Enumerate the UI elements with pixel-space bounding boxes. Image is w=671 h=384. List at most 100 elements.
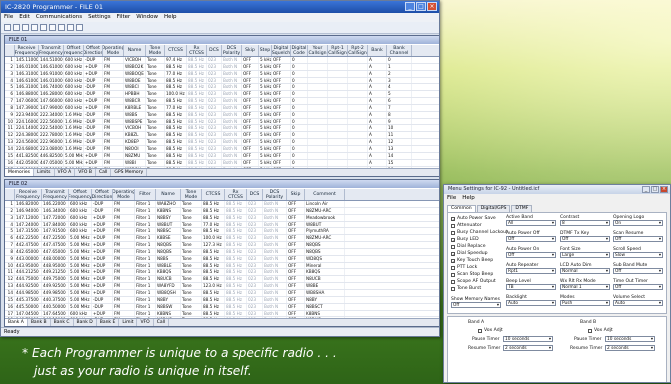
table-cell[interactable]: KD8EP [124, 139, 146, 145]
table-cell[interactable]: 023 [207, 77, 222, 84]
table-cell[interactable]: Both N [222, 91, 242, 98]
read-radio-icon[interactable] [58, 24, 65, 31]
field-select[interactable]: TB ▾ [506, 284, 556, 290]
table-cell[interactable]: 88.5 Hz [225, 283, 247, 289]
table-cell[interactable]: 88.5 Hz [165, 145, 187, 152]
table-cell[interactable]: Both N [222, 111, 242, 118]
table-cell[interactable]: Filter 1 [135, 242, 156, 248]
table-cell[interactable]: Both N [263, 310, 287, 317]
table-cell[interactable]: 442.22500 [15, 235, 42, 242]
table-cell[interactable]: 146.61000 [15, 77, 39, 84]
table-cell[interactable]: 5 kHz [259, 70, 272, 77]
table-cell[interactable]: Both N [263, 255, 287, 262]
table-cell[interactable]: Both N [222, 77, 242, 84]
column-header[interactable]: Name [156, 189, 181, 200]
table-cell[interactable]: 023 [247, 269, 263, 276]
table-cell[interactable]: OFF [287, 283, 305, 289]
table-cell[interactable]: N8ZMU [124, 152, 146, 159]
table-cell[interactable] [308, 98, 328, 104]
table-cell[interactable]: FM [103, 91, 124, 98]
table-cell[interactable]: 224.38000 [15, 132, 39, 139]
table-cell[interactable]: Tone [146, 84, 165, 91]
table-cell[interactable]: 5 kHz [259, 118, 272, 125]
table-cell[interactable]: Tone [181, 276, 202, 283]
table-cell[interactable]: FM [113, 296, 135, 303]
field-select[interactable]: Off ▾ [613, 268, 663, 274]
table-cell[interactable]: Tone [181, 310, 202, 317]
field-select[interactable]: Rpt1 ▾ [506, 268, 556, 274]
table-cell[interactable]: K8BSE [156, 235, 181, 242]
table-cell[interactable]: N8BSY [156, 214, 181, 221]
table-cell[interactable]: 223.08000 [39, 145, 64, 152]
table-cell[interactable]: Tone [181, 242, 202, 248]
table-cell[interactable]: Both N [222, 132, 242, 139]
memory-grid[interactable]: Receive Frequency Transmit Frequency Offse… [5, 189, 439, 318]
table-cell[interactable]: 15 [5, 152, 15, 159]
checkbox-box[interactable] [451, 286, 455, 291]
table-cell[interactable]: 13 [387, 145, 412, 152]
table-cell[interactable]: OFF [272, 91, 291, 98]
table-cell[interactable]: Both N [263, 242, 287, 248]
column-header[interactable] [5, 45, 15, 56]
table-cell[interactable]: 447.05000 [39, 159, 64, 166]
field-select[interactable]: On ▾ [613, 220, 663, 226]
table-cell[interactable]: 440.37500 [42, 296, 69, 303]
table-cell[interactable]: 77.0 Hz [202, 221, 225, 228]
table-cell[interactable] [328, 57, 348, 63]
paste-icon[interactable] [49, 24, 56, 31]
table-cell[interactable]: FM [113, 221, 135, 228]
table-cell[interactable] [348, 104, 368, 111]
table-cell[interactable]: 0 [291, 125, 308, 132]
table-cell[interactable]: 1.6 MHz [64, 132, 84, 139]
table-cell[interactable]: FM [113, 242, 135, 248]
table-cell[interactable]: 6 [5, 91, 15, 98]
checkbox-box[interactable] [451, 230, 455, 235]
table-cell[interactable]: W8BUT [305, 221, 345, 228]
save-icon[interactable] [22, 24, 29, 31]
table-cell[interactable]: +DUP [92, 235, 113, 242]
menu-item-window[interactable]: Window [136, 13, 158, 22]
table-cell[interactable] [348, 152, 368, 159]
table-cell[interactable]: OFF [272, 98, 291, 104]
table-cell[interactable]: N8UCB [305, 276, 345, 283]
table-cell[interactable]: OFF [287, 296, 305, 303]
table-cell[interactable]: FM [103, 159, 124, 166]
table-cell[interactable]: OFF [287, 289, 305, 296]
table-cell[interactable]: 442.47500 [15, 242, 42, 248]
column-header[interactable]: Bank [368, 45, 387, 56]
table-cell[interactable]: 5 [5, 228, 15, 235]
tab-limits[interactable]: Limits [34, 169, 55, 176]
menu-item-edit[interactable]: Edit [19, 13, 30, 22]
table-cell[interactable]: 0 [291, 91, 308, 98]
table-row[interactable]: 7 442.47500 447.47500 5.00 MHz +DUP FM Filter … [5, 242, 439, 249]
open-file-icon[interactable] [13, 24, 20, 31]
table-cell[interactable]: 15 [387, 159, 412, 166]
table-cell[interactable]: 224.16000 [15, 118, 39, 125]
table-cell[interactable]: 023 [247, 255, 263, 262]
table-cell[interactable]: 10 [5, 118, 15, 125]
table-cell[interactable]: WD8QS [305, 255, 345, 262]
table-cell[interactable]: FM [103, 139, 124, 145]
table-cell[interactable]: Tone [146, 63, 165, 70]
table-cell[interactable]: Tone [181, 303, 202, 310]
table-cell[interactable]: 88.5 Hz [187, 132, 207, 139]
table-cell[interactable]: VICBOH [124, 125, 146, 132]
table-cell[interactable]: WB8SHA [305, 289, 345, 296]
table-cell[interactable] [328, 145, 348, 152]
table-cell[interactable]: 222.34000 [39, 111, 64, 118]
field-select[interactable]: Off ▾ [506, 236, 556, 242]
table-cell[interactable]: 8 [5, 248, 15, 255]
setting-field[interactable]: Beep Level TB ▾ [506, 279, 556, 290]
table-cell[interactable]: 0 [291, 159, 308, 166]
column-header[interactable]: Rx CTCSS [225, 189, 247, 200]
table-cell[interactable] [348, 98, 368, 104]
column-header[interactable]: Transmit Frequency [42, 189, 69, 200]
table-cell[interactable]: 123.0 Hz [202, 283, 225, 289]
table-cell[interactable]: 023 [247, 214, 263, 221]
tab-digital-gps[interactable]: Digital/GPS [476, 205, 511, 212]
table-cell[interactable]: 9 [387, 118, 412, 125]
checkbox-box[interactable]: ✓ [451, 258, 455, 263]
table-cell[interactable]: A [368, 111, 387, 118]
table-cell[interactable]: 88.5 Hz [225, 201, 247, 207]
table-cell[interactable]: Tone [181, 221, 202, 228]
